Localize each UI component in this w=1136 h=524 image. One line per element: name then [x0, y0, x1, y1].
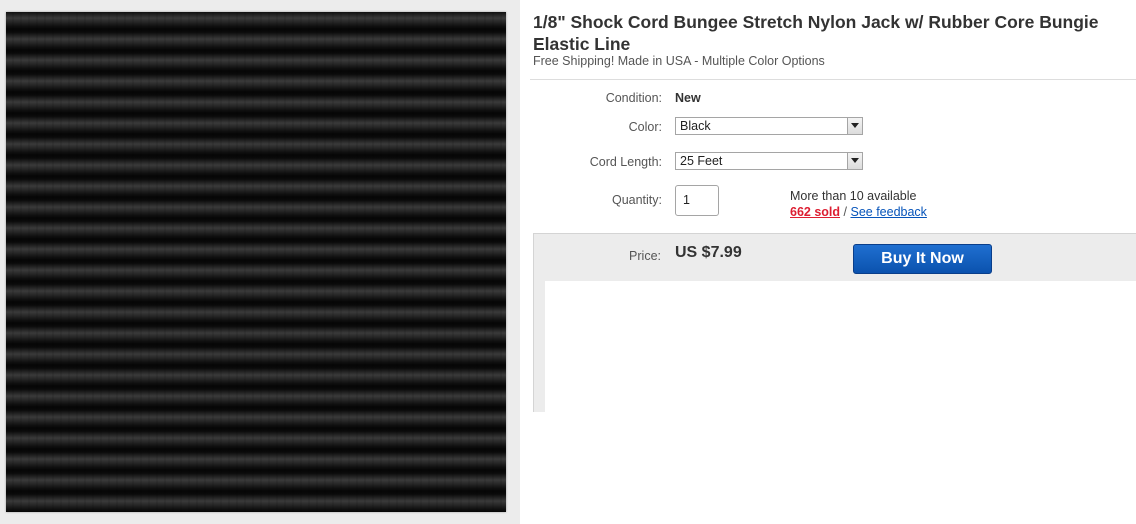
item-title: 1/8" Shock Cord Bungee Stretch Nylon Jac… — [533, 12, 1099, 54]
price-label: Price: — [629, 249, 661, 263]
product-image-panel — [0, 0, 520, 524]
sold-count-link[interactable]: 662 sold — [790, 205, 840, 219]
color-select[interactable]: Black — [675, 117, 863, 135]
chevron-down-icon[interactable] — [847, 118, 862, 134]
availability-text: More than 10 available — [790, 189, 917, 203]
buy-it-now-button[interactable]: Buy It Now — [853, 244, 992, 274]
cord-length-label: Cord Length: — [589, 155, 662, 169]
blank-overlay — [545, 281, 1136, 524]
product-image[interactable] — [6, 12, 506, 512]
color-label: Color: — [628, 120, 662, 134]
price-value: US $7.99 — [675, 244, 742, 261]
quantity-input[interactable]: 1 — [675, 185, 719, 216]
sold-line: 662 sold / See feedback — [790, 205, 927, 219]
see-feedback-link[interactable]: See feedback — [850, 205, 926, 219]
color-select-value: Black — [680, 119, 711, 133]
quantity-label: Quantity: — [611, 193, 662, 207]
item-subtitle: Free Shipping! Made in USA - Multiple Co… — [533, 54, 825, 68]
condition-label: Condition: — [605, 91, 662, 105]
cord-length-select-value: 25 Feet — [680, 154, 723, 168]
title-divider — [530, 79, 1136, 80]
sold-separator: / — [843, 205, 847, 219]
cord-length-select[interactable]: 25 Feet — [675, 152, 863, 170]
condition-value: New — [675, 91, 701, 105]
chevron-down-icon[interactable] — [847, 153, 862, 169]
